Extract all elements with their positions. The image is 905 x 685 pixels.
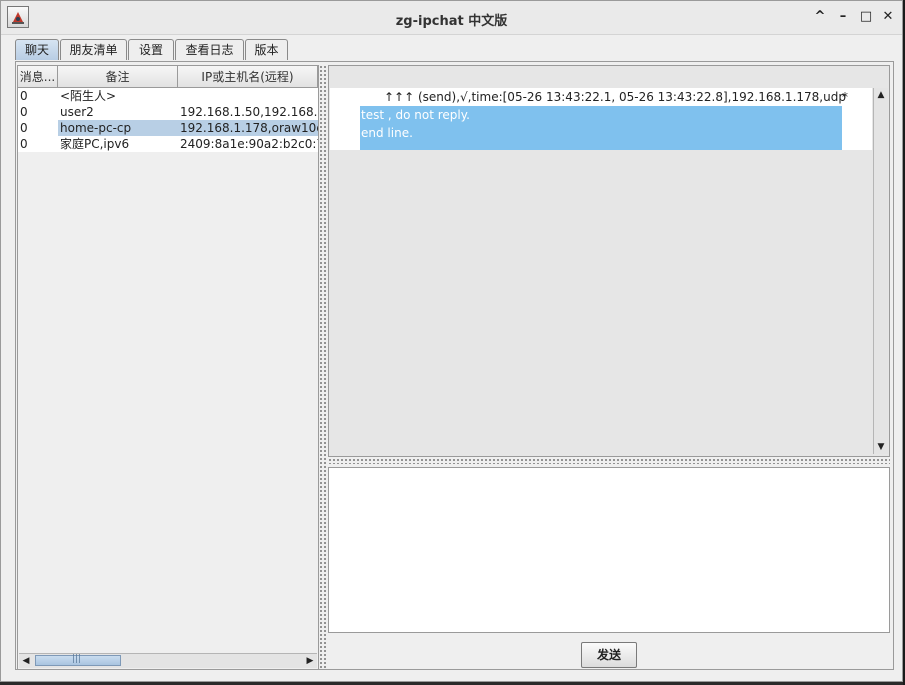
- send-button[interactable]: 发送: [581, 642, 637, 668]
- message-line: end line.: [361, 126, 413, 140]
- column-header-ip[interactable]: IP或主机名(远程): [178, 66, 318, 88]
- scroll-left-icon[interactable]: ◀: [19, 654, 33, 668]
- contacts-table[interactable]: 消息... 备注 IP或主机名(远程) 0 <陌生人> 0 user2 192.…: [17, 65, 319, 670]
- table-header: 消息... 备注 IP或主机名(远程): [18, 66, 318, 88]
- message-count: 0: [20, 137, 28, 151]
- contact-ip: 192.168.1.50,192.168.1.5: [180, 105, 318, 119]
- contact-note: 家庭PC,ipv6: [60, 137, 130, 151]
- close-icon[interactable]: ✕: [880, 9, 896, 25]
- scroll-up-icon[interactable]: ▲: [874, 88, 888, 102]
- message-count: 0: [20, 89, 28, 103]
- contact-note: <陌生人>: [60, 89, 117, 103]
- chat-panel: 消息... 备注 IP或主机名(远程) 0 <陌生人> 0 user2 192.…: [15, 61, 894, 670]
- message-body: test , do not reply. end line.: [360, 106, 842, 150]
- scroll-right-icon[interactable]: ▶: [303, 654, 317, 668]
- scroll-thumb[interactable]: |||: [35, 654, 121, 666]
- message-count: 0: [20, 121, 28, 135]
- message-line: test , do not reply.: [361, 108, 470, 122]
- message-entry: ↑↑↑ (send),√,time:[05-26 13:43:22.1, 05-…: [330, 88, 872, 150]
- collapse-icon[interactable]: ^: [812, 9, 828, 25]
- message-input[interactable]: [328, 467, 890, 633]
- contact-ip: 192.168.1.178,oraw10de: [178, 120, 318, 136]
- chat-history[interactable]: ↑↑↑ (send),√,time:[05-26 13:43:22.1, 05-…: [328, 65, 890, 457]
- tab-settings[interactable]: 设置: [128, 39, 174, 60]
- contact-note: user2: [60, 105, 94, 119]
- horizontal-splitter[interactable]: [328, 458, 890, 464]
- minimize-icon[interactable]: –: [835, 9, 851, 25]
- tab-logs[interactable]: 查看日志: [175, 39, 244, 60]
- contact-ip: 2409:8a1e:90a2:b2c0:71: [180, 137, 318, 151]
- message-flag: *: [842, 90, 848, 104]
- tab-version[interactable]: 版本: [245, 39, 288, 60]
- message-meta: ↑↑↑ (send),√,time:[05-26 13:43:22.1, 05-…: [384, 90, 846, 104]
- column-header-messages[interactable]: 消息...: [18, 66, 58, 88]
- table-row-selected[interactable]: 0 home-pc-cp 192.168.1.178,oraw10de: [18, 120, 318, 136]
- window-title: zg-ipchat 中文版: [395, 14, 508, 29]
- grip-icon: |||: [72, 654, 82, 664]
- tab-friends[interactable]: 朋友清单: [60, 39, 127, 60]
- scroll-down-icon[interactable]: ▼: [874, 440, 888, 454]
- title-bar[interactable]: zg-ipchat 中文版 ^ – □ ✕: [1, 1, 902, 35]
- horizontal-scrollbar[interactable]: ◀ ||| ▶: [19, 653, 317, 668]
- vertical-scrollbar[interactable]: ▲ ▼: [873, 88, 888, 454]
- table-row[interactable]: 0 家庭PC,ipv6 2409:8a1e:90a2:b2c0:71: [18, 136, 318, 152]
- table-row[interactable]: 0 <陌生人>: [18, 88, 318, 104]
- contact-note: home-pc-cp: [58, 120, 178, 136]
- message-count: 0: [20, 105, 28, 119]
- column-header-note[interactable]: 备注: [58, 66, 178, 88]
- contact-ip: [178, 88, 318, 104]
- app-window: zg-ipchat 中文版 ^ – □ ✕ 聊天 朋友清单 设置 查看日志 版本…: [0, 0, 903, 682]
- maximize-icon[interactable]: □: [858, 9, 874, 25]
- table-row[interactable]: 0 user2 192.168.1.50,192.168.1.5: [18, 104, 318, 120]
- vertical-splitter[interactable]: [319, 65, 327, 670]
- tab-chat[interactable]: 聊天: [15, 39, 59, 60]
